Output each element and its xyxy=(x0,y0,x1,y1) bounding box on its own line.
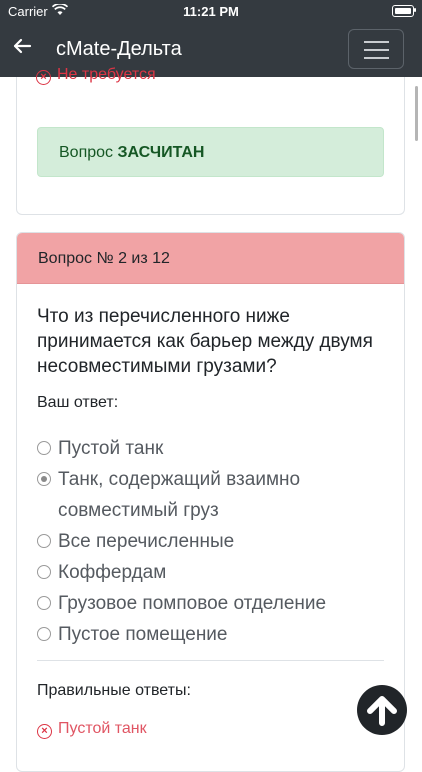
correct-answer-text: Пустой танк xyxy=(58,720,147,737)
radio-checked-icon[interactable] xyxy=(37,472,51,486)
radio-icon[interactable] xyxy=(37,534,51,548)
correct-answer: × Пустой танк xyxy=(37,720,147,739)
radio-icon[interactable] xyxy=(37,627,51,641)
option-label: Все перечисленные xyxy=(58,531,235,552)
question-card-header: Вопрос № 2 из 12 xyxy=(17,233,404,284)
option-label: Коффердам xyxy=(58,562,167,583)
menu-button[interactable] xyxy=(348,29,404,69)
radio-icon[interactable] xyxy=(37,441,51,455)
app-title: cMate-Дельта xyxy=(56,38,182,60)
answer-option[interactable]: Пустое помещение xyxy=(37,619,397,650)
scrollbar[interactable] xyxy=(415,86,418,141)
alert-text: Вопрос ЗАСЧИТАН xyxy=(59,144,204,162)
arrow-up-icon xyxy=(367,696,397,726)
divider xyxy=(37,660,384,661)
x-circle-icon: × xyxy=(37,724,52,739)
option-label: Грузовое помповое отделение xyxy=(58,593,327,614)
question-number: Вопрос № 2 из 12 xyxy=(38,250,170,267)
answer-options: Пустой танк Танк, содержащий взаимно сов… xyxy=(37,433,397,650)
radio-icon[interactable] xyxy=(37,596,51,610)
menu-icon-bar xyxy=(364,49,389,51)
alert-prefix: Вопрос xyxy=(59,144,114,161)
clock: 11:21 PM xyxy=(183,4,239,19)
status-bar: Carrier 11:21 PM xyxy=(0,0,422,22)
your-answer-label: Ваш ответ: xyxy=(37,394,119,411)
battery-tip xyxy=(414,8,416,12)
option-label: Пустой танк xyxy=(58,438,164,459)
answer-option[interactable]: Грузовое помповое отделение xyxy=(37,588,397,619)
radio-icon[interactable] xyxy=(37,565,51,579)
answer-option[interactable]: Все перечисленные xyxy=(37,526,397,557)
menu-icon-bar xyxy=(364,41,389,43)
answer-option[interactable]: Пустой танк xyxy=(37,433,397,464)
correct-answers-label: Правильные ответы: xyxy=(37,682,191,699)
answer-option[interactable]: Танк, содержащий взаимно совместимый гру… xyxy=(37,464,397,526)
question-passed-alert: Вопрос ЗАСЧИТАН xyxy=(37,127,384,177)
option-label: Танк, содержащий взаимно совместимый гру… xyxy=(58,469,301,521)
scroll-to-top-button[interactable] xyxy=(357,685,407,735)
battery-icon xyxy=(392,5,414,17)
option-label: Пустое помещение xyxy=(58,624,228,645)
back-arrow-icon[interactable] xyxy=(12,36,32,62)
question-text: Что из перечисленного ниже принимается к… xyxy=(37,306,373,377)
answer-option[interactable]: Коффердам xyxy=(37,557,397,588)
menu-icon-bar xyxy=(364,57,389,59)
alert-status: ЗАСЧИТАН xyxy=(117,144,205,161)
